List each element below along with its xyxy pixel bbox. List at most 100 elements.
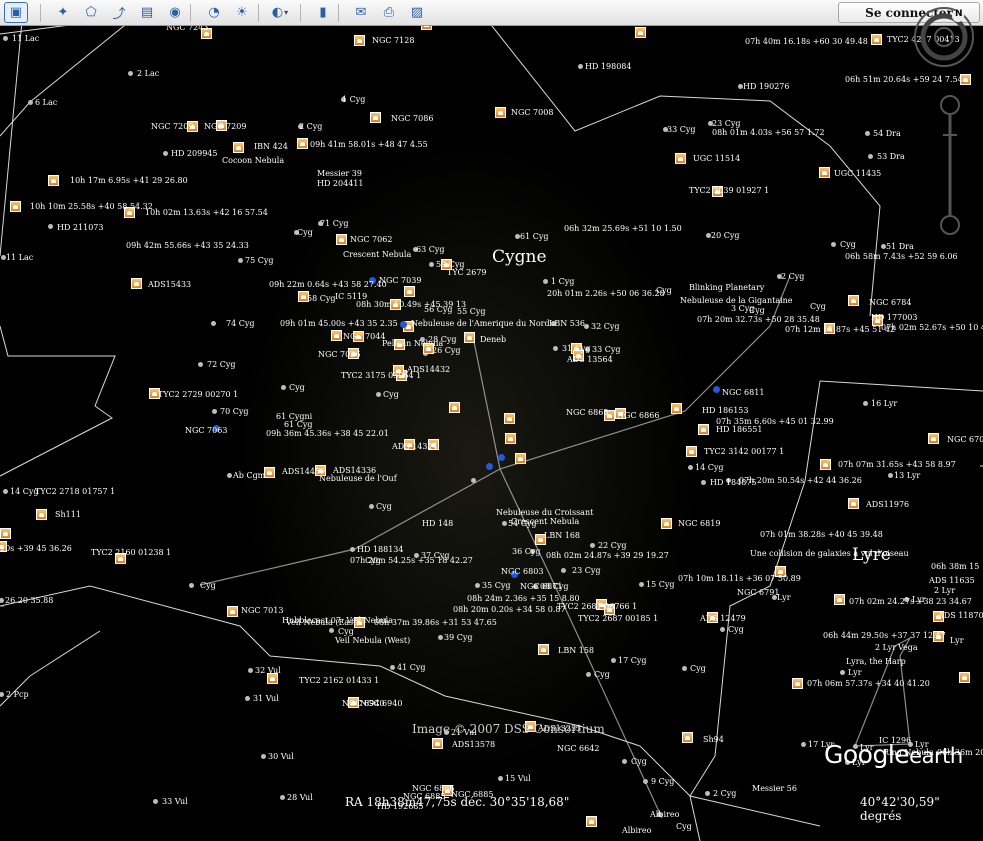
navigation-compass[interactable]: N [912,5,976,69]
sky-label[interactable]: 31 Vul [253,694,279,703]
sky-label[interactable]: 61 Cyg [520,232,548,241]
star-marker[interactable] [586,672,591,677]
star-marker[interactable] [369,504,374,509]
deep-sky-object-icon[interactable] [834,594,845,605]
deep-sky-object-icon[interactable] [675,153,686,164]
sky-label[interactable]: NGC 6811 [722,388,764,397]
deep-sky-object-icon[interactable] [233,142,244,153]
sky-label[interactable]: 33 Vul [162,797,188,806]
sky-label[interactable]: NGC 7062 [350,235,392,244]
deep-sky-object-icon[interactable] [404,286,415,297]
star-marker[interactable] [471,478,476,483]
sky-label[interactable]: 07h 01m 38.28s +40 45 39.48 [760,530,883,539]
sky-label[interactable]: 63 Cyg [416,245,444,254]
galaxy-marker-icon[interactable] [400,321,407,328]
sky-label[interactable]: TYC2 3039 01927 1 [689,186,769,195]
sky-label[interactable]: 32 Cyg [591,322,619,331]
star-marker[interactable] [438,635,443,640]
sky-label[interactable]: HD 177003 [871,313,917,322]
star-marker[interactable] [3,489,8,494]
deep-sky-object-icon[interactable] [370,112,381,123]
deep-sky-object-icon[interactable] [671,403,682,414]
sky-label[interactable]: Veil Nebula (West) [335,636,410,645]
star-marker[interactable] [865,131,870,136]
sky-label[interactable]: Vega [898,643,918,652]
sky-label[interactable]: TYC2 2729 00270 1 [158,390,238,399]
sky-label[interactable]: 09h 36m 45.36s +38 45 22.01 [266,429,389,438]
deep-sky-object-icon[interactable] [131,278,142,289]
star-marker[interactable] [498,776,503,781]
deep-sky-object-icon[interactable] [504,413,515,424]
add-path-button[interactable]: ⤴ [107,2,131,23]
deep-sky-object-icon[interactable] [495,107,506,118]
record-tour-button[interactable]: ◉ [163,2,187,23]
deep-sky-object-icon[interactable] [848,498,859,509]
star-marker[interactable] [682,666,687,671]
sky-label[interactable]: HD 204411 [317,179,363,188]
sky-label[interactable]: ADS 11635 [929,576,975,585]
ruler-button[interactable]: ▮ [311,2,335,23]
star-marker[interactable] [329,628,334,633]
sky-label[interactable]: 14 Cyg [695,463,723,472]
sky-label[interactable]: Messier 56 [752,784,797,793]
sky-label[interactable]: LBN 168 [544,531,580,540]
star-marker[interactable] [261,754,266,759]
sky-label[interactable]: 61 Cyg [284,420,312,429]
deep-sky-object-icon[interactable] [297,138,308,149]
sky-label[interactable]: Nebuleuse de l'Ouf [319,474,397,483]
star-marker[interactable] [840,670,845,675]
star-marker[interactable] [561,568,566,573]
sky-label[interactable]: NGC 7044 [343,332,385,341]
sky-label[interactable]: Sh94 [703,735,724,744]
sky-label[interactable]: NGC 7209 [204,122,246,131]
deep-sky-object-icon[interactable] [792,678,803,689]
sky-label[interactable]: Cyg [840,240,856,249]
star-marker[interactable] [705,791,710,796]
sky-label[interactable]: 13 Lyr [894,471,920,480]
sky-label[interactable]: UGC 11514 [693,154,740,163]
sky-label[interactable]: NGC 6784 [869,298,911,307]
sky-label[interactable]: Cyg [594,670,610,679]
sunlight-button[interactable]: ☀ [230,2,254,23]
star-marker[interactable] [248,668,253,673]
star-marker[interactable] [888,473,893,478]
sky-label[interactable]: NGC 6871 [520,582,562,591]
star-marker[interactable] [48,224,53,229]
deep-sky-object-icon[interactable] [331,330,342,341]
star-marker[interactable] [153,799,158,804]
sky-label[interactable]: Nebuleuse du Croissant [496,508,593,517]
sky-label[interactable]: 07h 07m 31.65s +43 58 8.97 [838,460,956,469]
sky-label[interactable]: 51 Dra [886,242,914,251]
sky-label[interactable]: Cyg [297,228,313,237]
sky-label[interactable]: 07h 40m 16.18s +60 30 49.48 [745,37,868,46]
sky-label[interactable]: 16 Lyr [871,399,897,408]
sky-label[interactable]: Blinking Planetary [689,283,764,292]
sky-label[interactable]: 06h 44m 29.50s +37 37 12.47 [823,631,946,640]
sky-label[interactable]: LBN 158 [558,646,594,655]
sky-label[interactable]: 56 Cyg [424,305,452,314]
deep-sky-object-icon[interactable] [264,467,275,478]
sky-label[interactable]: 70 Cyg [220,407,248,416]
sky-label[interactable]: HD 198084 [585,62,631,71]
deep-sky-object-icon[interactable] [928,433,939,444]
star-marker[interactable] [578,64,583,69]
star-marker[interactable] [227,473,232,478]
add-overlay-button[interactable]: ▤ [135,2,159,23]
sky-label[interactable]: Lyr [848,668,862,677]
sky-label[interactable]: 28 Vul [287,793,313,802]
sky-label[interactable]: HD 186153 [702,406,748,415]
sky-label[interactable]: 09h 41m 58.01s +48 47 4.55 [310,140,428,149]
sky-label[interactable]: 07h 20m 50.54s +42 44 36.26 [739,476,862,485]
add-placemark-button[interactable]: ✦ [51,2,75,23]
deep-sky-object-icon[interactable] [0,528,11,539]
sky-label[interactable]: Cyg [656,286,672,295]
zoom-slider[interactable] [938,95,962,235]
sky-label[interactable]: 71 Cyg [320,219,348,228]
star-marker[interactable] [245,696,250,701]
sky-label[interactable]: Cocoon Nebula [222,156,284,165]
sky-label[interactable]: 20 Cyg [711,231,739,240]
sky-label[interactable]: NGC 6642 [557,744,599,753]
deep-sky-object-icon[interactable] [10,201,21,212]
deep-sky-object-icon[interactable] [819,167,830,178]
sky-label[interactable]: 58 Cyg [307,294,335,303]
